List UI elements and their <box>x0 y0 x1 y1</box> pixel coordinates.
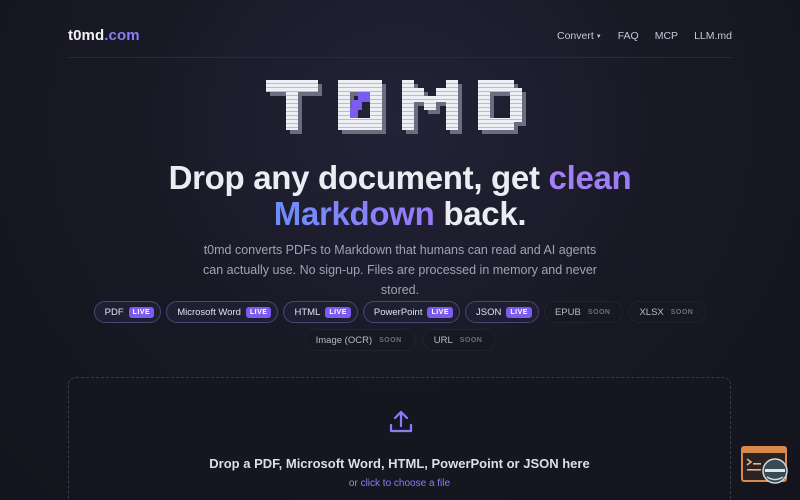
chip-label: JSON <box>476 306 502 318</box>
live-badge: LIVE <box>427 306 454 318</box>
format-chip-xlsx: XLSX SOON <box>628 301 707 323</box>
headline-part2: back. <box>434 195 527 232</box>
chip-label: EPUB <box>554 306 581 318</box>
upload-icon <box>389 410 413 433</box>
nav-mcp[interactable]: MCP <box>655 30 678 42</box>
live-badge: LIVE <box>325 306 351 318</box>
soon-badge: SOON <box>459 336 483 344</box>
file-dropzone[interactable]: Drop a PDF, Microsoft Word, HTML, PowerP… <box>68 377 731 500</box>
dropzone-subtitle: or click to choose a file <box>69 478 730 489</box>
chip-label: XLSX <box>639 306 664 318</box>
soon-badge: SOON <box>670 308 694 316</box>
live-badge: LIVE <box>128 306 155 318</box>
chip-label: Image (OCR) <box>315 334 373 346</box>
main-nav: Convert ▼ FAQ MCP LLM.md <box>557 22 732 42</box>
format-chips-row1: PDF LIVE Microsoft Word LIVE HTML LIVE P… <box>0 301 800 323</box>
hero-headline: Drop any document, get clean Markdown ba… <box>0 160 800 232</box>
choose-file-link[interactable]: click to choose a file <box>361 478 451 489</box>
headline-line2: Markdown back. <box>0 196 800 232</box>
live-badge: LIVE <box>245 306 272 318</box>
format-chip-image-ocr: Image (OCR) SOON <box>304 329 415 351</box>
nav-faq[interactable]: FAQ <box>618 30 639 42</box>
format-chip-powerpoint[interactable]: PowerPoint LIVE <box>362 301 461 323</box>
format-chip-epub: EPUB SOON <box>543 301 624 323</box>
chip-label: PDF <box>104 306 124 318</box>
live-badge: LIVE <box>506 306 532 318</box>
soon-badge: SOON <box>379 336 402 344</box>
dropzone-or: or <box>348 478 361 489</box>
nav-llm[interactable]: LLM.md <box>694 30 732 42</box>
dropzone-title: Drop a PDF, Microsoft Word, HTML, PowerP… <box>209 456 590 471</box>
site-header: t0md.com Convert ▼ FAQ MCP LLM.md <box>68 22 732 58</box>
headline-highlight-markdown: Markdown <box>273 195 435 232</box>
console-widget-icon[interactable] <box>741 446 791 486</box>
nav-convert[interactable]: Convert ▼ <box>557 30 602 42</box>
chip-label: PowerPoint <box>373 306 423 318</box>
format-chip-html[interactable]: HTML LIVE <box>283 301 358 323</box>
chip-label: URL <box>433 334 453 346</box>
chip-label: HTML <box>294 306 321 318</box>
logo-main: t0md <box>68 27 105 44</box>
chevron-down-icon: ▼ <box>595 34 602 40</box>
chip-label: Microsoft Word <box>177 306 241 318</box>
pixel-wordmark <box>0 80 800 142</box>
headline-part1: Drop any document, get <box>168 159 549 196</box>
format-chips-row2: Image (OCR) SOON URL SOON <box>0 329 800 351</box>
headline-line1: Drop any document, get clean <box>0 160 800 196</box>
nav-convert-label: Convert <box>556 30 594 42</box>
format-chip-word[interactable]: Microsoft Word LIVE <box>166 301 279 323</box>
format-chip-url: URL SOON <box>422 329 496 351</box>
format-chip-json[interactable]: JSON LIVE <box>465 301 539 323</box>
wordmark-logo <box>266 80 526 134</box>
soon-badge: SOON <box>587 308 611 316</box>
hero-subtitle: t0md converts PDFs to Markdown that huma… <box>203 243 597 297</box>
logo-tld: .com <box>104 27 140 44</box>
headline-highlight-clean: clean <box>548 159 632 196</box>
site-logo[interactable]: t0md.com <box>68 22 140 44</box>
format-chip-pdf[interactable]: PDF LIVE <box>93 301 162 323</box>
